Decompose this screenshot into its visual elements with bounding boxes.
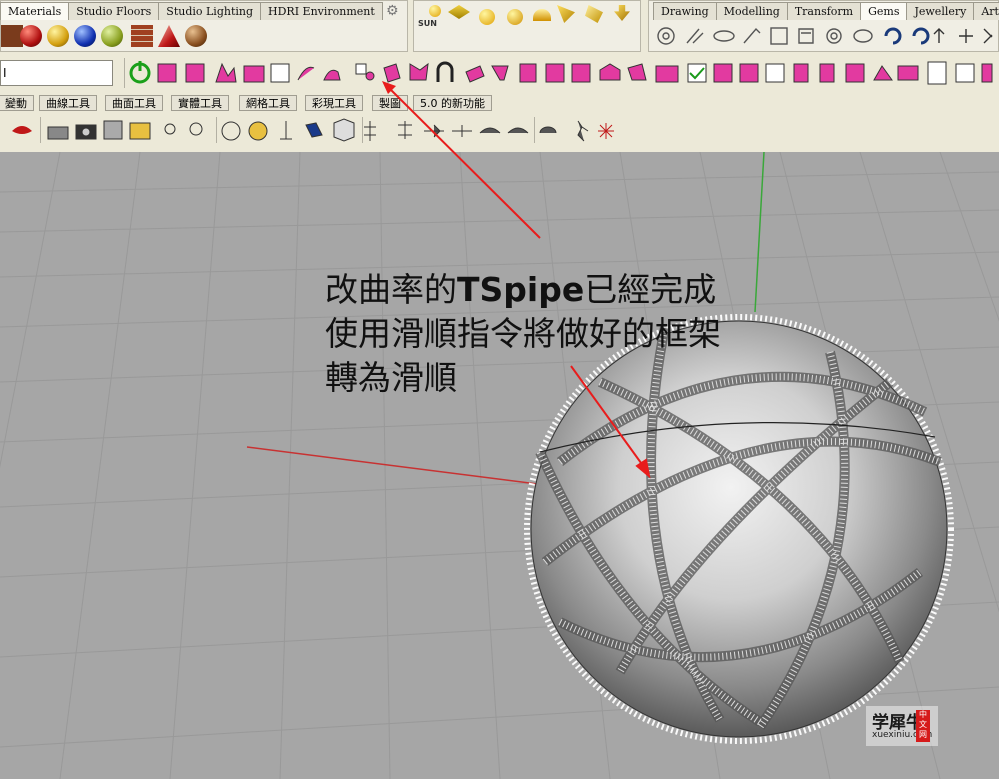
tab-new-in-v5[interactable]: 5.0 的新功能 — [413, 95, 492, 111]
annotation-line-2: 使用滑順指令將做好的框架 — [325, 314, 721, 353]
view-separator — [362, 117, 363, 143]
view-separator — [216, 117, 217, 143]
annotation-text: 改曲率的TSpipe已經完成 使用滑順指令將做好的框架 轉為滑順 — [325, 268, 721, 400]
material-bronze-icon[interactable] — [185, 25, 207, 47]
tspipe-label: TSpipe — [457, 270, 585, 309]
view-separator — [534, 117, 535, 143]
material-gold-icon[interactable] — [47, 25, 69, 47]
plugin-panel: Drawing Modelling Transform Gems Jewelle… — [648, 0, 999, 52]
gear-icon[interactable]: ⚙ — [386, 3, 399, 19]
solid-tools-icons[interactable] — [126, 56, 996, 90]
tab-materials[interactable]: Materials — [0, 2, 70, 20]
material-blue-icon[interactable] — [74, 25, 96, 47]
directional-light-icon[interactable] — [557, 5, 575, 23]
tab-jewellery[interactable]: Jewellery — [906, 2, 975, 20]
tab-gems[interactable]: Gems — [860, 2, 908, 20]
material-red-icon[interactable] — [20, 25, 42, 47]
tab-transform-zh[interactable]: 變動 — [0, 95, 34, 111]
hemisphere-light-icon[interactable] — [533, 9, 551, 21]
tab-studio-lighting[interactable]: Studio Lighting — [158, 2, 262, 20]
tab-drawing[interactable]: Drawing — [653, 2, 717, 20]
tab-studio-floors[interactable]: Studio Floors — [68, 2, 160, 20]
perspective-viewport[interactable]: 改曲率的TSpipe已經完成 使用滑順指令將做好的框架 轉為滑順 学犀牛 xue… — [0, 152, 999, 779]
sun-label: SUN — [418, 19, 437, 28]
tab-curve-tools[interactable]: 曲線工具 — [39, 95, 97, 111]
area-light-icon[interactable] — [507, 9, 523, 25]
tab-render-tools[interactable]: 彩現工具 — [305, 95, 363, 111]
material-red-cone-icon[interactable] — [158, 25, 180, 47]
toolbar-area: Materials Studio Floors Studio Lighting … — [0, 0, 999, 152]
light-arrow-icon[interactable] — [614, 5, 630, 21]
tube-light-icon[interactable] — [585, 5, 603, 23]
tab-transform[interactable]: Transform — [786, 2, 862, 20]
gem-tools-icons[interactable] — [649, 23, 999, 53]
annotation-line-3: 轉為滑順 — [325, 358, 457, 397]
tab-mesh-tools[interactable]: 網格工具 — [239, 95, 297, 111]
render-tabs: Materials Studio Floors Studio Lighting … — [0, 2, 383, 20]
viewport-canvas — [0, 152, 999, 779]
tab-hdri-environment[interactable]: HDRI Environment — [260, 2, 383, 20]
site-watermark: 学犀牛 xuexiniu.com 中文网 — [866, 706, 938, 746]
view-tools-icons[interactable] — [0, 115, 640, 147]
tab-artistics[interactable]: Artistics — [973, 2, 999, 20]
tab-modelling[interactable]: Modelling — [715, 2, 788, 20]
tab-drafting[interactable]: 製圖 — [372, 95, 408, 111]
plugin-tabs: Drawing Modelling Transform Gems Jewelle… — [653, 2, 999, 20]
material-brick-icon[interactable] — [131, 25, 153, 47]
render-panel: Materials Studio Floors Studio Lighting … — [0, 0, 408, 52]
tab-solid-tools[interactable]: 實體工具 — [171, 95, 229, 111]
view-separator — [40, 117, 41, 143]
watermark-badge: 中文网 — [916, 710, 930, 742]
command-input[interactable]: I — [0, 60, 113, 86]
tab-surface-tools[interactable]: 曲面工具 — [105, 95, 163, 111]
spot-light-icon[interactable] — [448, 5, 470, 19]
material-green-icon[interactable] — [101, 25, 123, 47]
toolbar-separator — [124, 58, 125, 88]
point-light-icon[interactable] — [479, 9, 495, 25]
sun-icon[interactable] — [429, 5, 441, 17]
light-panel: SUN — [413, 0, 641, 52]
annotation-line-1: 改曲率的TSpipe已經完成 — [325, 270, 717, 309]
y-axis-line — [754, 152, 765, 313]
